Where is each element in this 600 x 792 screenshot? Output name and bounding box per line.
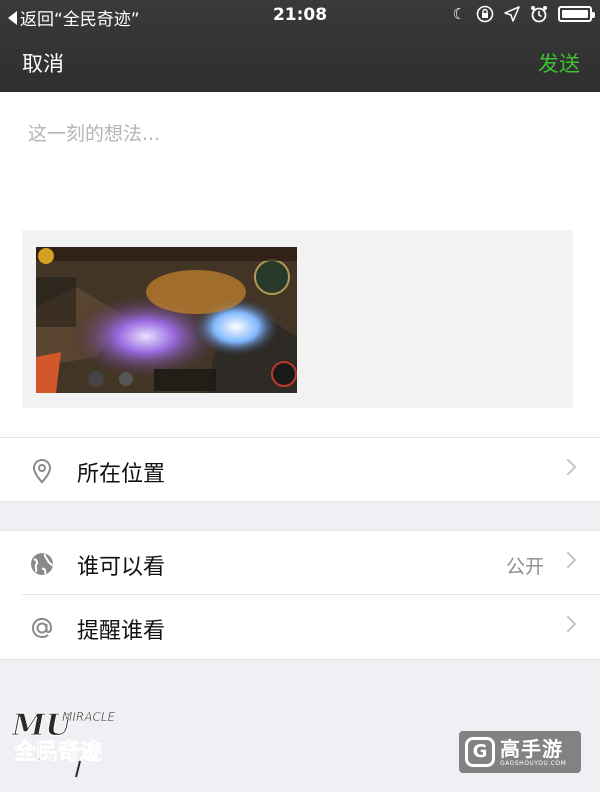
- site-logo-cn: 高手游: [500, 736, 563, 761]
- logo-text-cn: 全民奇迹: [13, 739, 102, 765]
- navigation-bar: 取消 发送: [0, 30, 600, 92]
- globe-icon: [31, 553, 53, 575]
- site-logo-g-icon: G: [465, 737, 495, 767]
- chevron-right-icon: [559, 551, 577, 569]
- chevron-right-icon: [559, 615, 577, 633]
- battery-icon: [558, 6, 595, 22]
- divider: [0, 659, 600, 660]
- attached-image-thumbnail[interactable]: [36, 247, 297, 393]
- top-bar: 返回“全民奇迹” 21:08 ☾ 取消 发送: [0, 0, 600, 92]
- visibility-row[interactable]: 谁可以看 公开: [0, 531, 600, 595]
- site-logo-text: 高手游 GAOSHOUYOU.COM: [500, 738, 566, 767]
- post-text-input[interactable]: 这一刻的想法...: [28, 119, 160, 146]
- status-bar: 返回“全民奇迹” 21:08 ☾: [0, 0, 600, 30]
- compose-area: 这一刻的想法...: [0, 92, 600, 438]
- status-icons: ☾: [452, 5, 595, 23]
- game-logo-watermark: MU MIRACLE 全民奇迹: [10, 703, 122, 779]
- location-label: 所在位置: [77, 462, 166, 487]
- mention-row[interactable]: 提醒谁看: [0, 595, 600, 659]
- location-arrow-icon: [504, 6, 520, 22]
- cancel-button[interactable]: 取消: [22, 48, 64, 78]
- visibility-value: 公开: [505, 556, 544, 578]
- at-sign-icon: [31, 617, 53, 639]
- location-pin-icon: [32, 458, 52, 484]
- divider: [0, 501, 600, 502]
- rotation-lock-icon: [476, 5, 494, 23]
- attached-images-area: [22, 230, 573, 408]
- mention-label: 提醒谁看: [77, 619, 166, 644]
- send-button[interactable]: 发送: [538, 48, 580, 78]
- alarm-icon: [531, 6, 547, 23]
- moon-icon: ☾: [452, 5, 466, 23]
- chevron-right-icon: [559, 458, 577, 476]
- visibility-label: 谁可以看: [77, 555, 166, 580]
- logo-text-en: MIRACLE: [62, 710, 116, 724]
- location-row[interactable]: 所在位置: [0, 438, 600, 502]
- site-logo-en: GAOSHOUYOU.COM: [500, 759, 567, 767]
- site-logo-watermark: G 高手游 GAOSHOUYOU.COM: [459, 731, 581, 773]
